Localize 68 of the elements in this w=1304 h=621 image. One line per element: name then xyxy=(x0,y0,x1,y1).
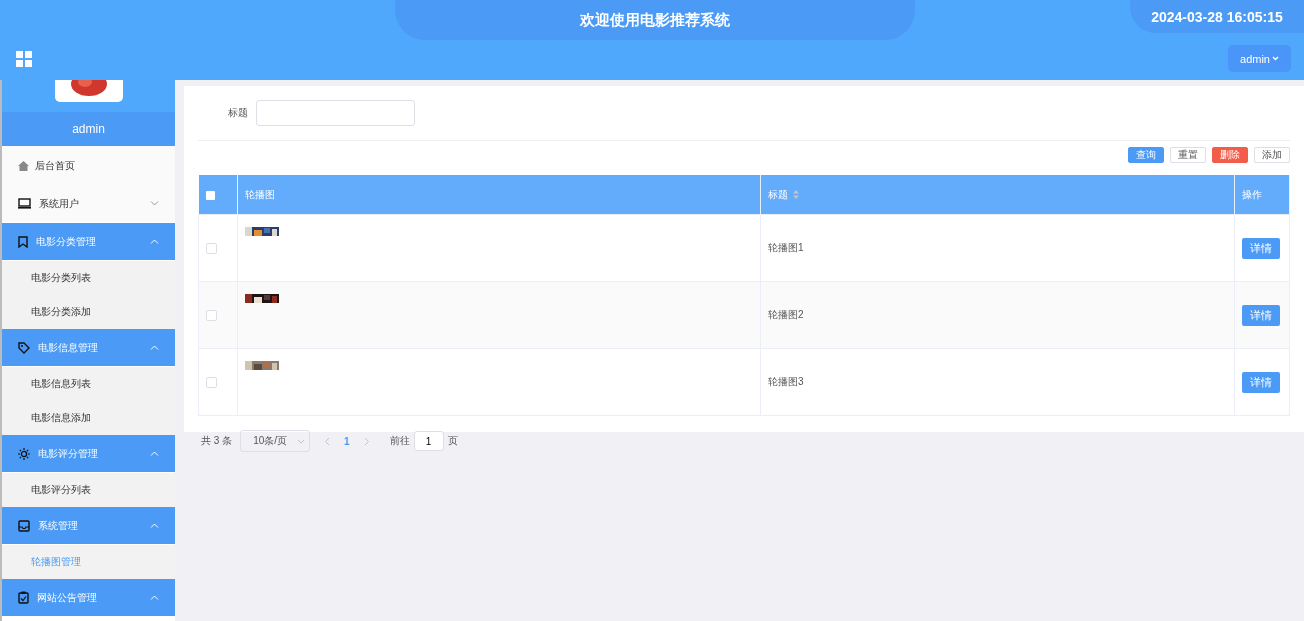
menu-label: 系统用户 xyxy=(39,196,80,211)
tag-icon xyxy=(18,341,30,354)
submenu-item[interactable]: 电影分类列表 xyxy=(2,261,175,295)
menu-label: 电影分类管理 xyxy=(36,234,97,249)
row-checkbox[interactable] xyxy=(206,309,217,321)
system-title: 欢迎使用电影推荐系统 xyxy=(395,0,915,40)
menu-group[interactable]: 系统管理 xyxy=(2,507,175,545)
table-cell: 轮播图1 xyxy=(768,242,804,253)
submenu-item[interactable]: 电影信息列表 xyxy=(2,367,175,401)
chevron-icon xyxy=(150,523,159,528)
chevron-icon xyxy=(150,239,159,244)
laptop-icon xyxy=(18,198,31,209)
details-button[interactable]: 详情 xyxy=(1242,371,1280,393)
select-all-checkbox[interactable] xyxy=(205,190,215,200)
column-header: 操作 xyxy=(1242,187,1262,202)
row-checkbox[interactable] xyxy=(206,376,217,388)
action-button[interactable]: 删除 xyxy=(1212,147,1248,163)
chevron-icon xyxy=(150,451,159,456)
menu-group[interactable]: 网站公告管理 xyxy=(2,579,175,617)
chevron-icon xyxy=(150,201,159,206)
submenu-item[interactable]: 电影分类添加 xyxy=(2,295,175,329)
grid-menu-icon[interactable] xyxy=(16,50,32,67)
next-page-icon[interactable] xyxy=(363,436,370,446)
goto-label: 前往 xyxy=(389,434,410,448)
table-cell: 轮播图2 xyxy=(768,309,804,320)
username: admin xyxy=(2,112,175,146)
menu-item[interactable]: 后台首页 xyxy=(2,146,175,185)
chevron-icon xyxy=(150,345,159,350)
menu-group[interactable]: 电影信息管理 xyxy=(2,329,175,367)
title-search-field[interactable] xyxy=(256,100,415,126)
page-suffix: 页 xyxy=(447,434,458,448)
bookmark-icon xyxy=(18,235,28,248)
menu-group[interactable]: 电影评分管理 xyxy=(2,435,175,473)
menu-label: 系统管理 xyxy=(38,518,79,533)
action-button[interactable]: 重置 xyxy=(1170,147,1206,163)
user-dropdown[interactable]: admin xyxy=(1228,45,1291,72)
chevron-icon xyxy=(297,438,306,444)
date-time: 2024-03-28 16:05:15 xyxy=(1130,0,1304,33)
column-header: 轮播图 xyxy=(245,187,275,202)
details-button[interactable]: 详情 xyxy=(1242,304,1280,326)
row-checkbox[interactable] xyxy=(206,242,217,254)
sort-icon[interactable] xyxy=(793,190,799,199)
submenu-item[interactable]: 轮播图管理 xyxy=(2,545,175,579)
menu-label: 电影信息管理 xyxy=(38,340,99,355)
chevron-icon xyxy=(150,595,159,600)
previous-page-icon[interactable] xyxy=(324,436,331,446)
total-count: 共 3 条 xyxy=(201,434,233,448)
action-button[interactable]: 查询 xyxy=(1128,147,1164,163)
menu-label: 电影评分管理 xyxy=(38,446,99,461)
page-number-field[interactable]: 1 xyxy=(413,431,444,451)
clipboard-icon xyxy=(18,591,29,604)
action-button[interactable]: 添加 xyxy=(1254,147,1290,163)
inbox-icon xyxy=(18,519,30,532)
table-cell: 轮播图3 xyxy=(768,376,804,387)
page-number[interactable]: 1 xyxy=(344,435,350,447)
menu-label: 网站公告管理 xyxy=(37,590,98,605)
menu-group[interactable]: 系统用户 xyxy=(2,185,175,223)
column-header: 标题 xyxy=(768,187,788,202)
field-label: 标题 xyxy=(228,106,248,120)
details-button[interactable]: 详情 xyxy=(1242,237,1280,259)
caret-icon xyxy=(1272,56,1279,61)
menu-group[interactable]: 电影分类管理 xyxy=(2,223,175,261)
menu-label: 后台首页 xyxy=(35,158,75,173)
submenu-item[interactable]: 电影评分列表 xyxy=(2,473,175,507)
submenu-item[interactable]: 电影信息添加 xyxy=(2,401,175,435)
sun-icon xyxy=(18,447,30,460)
home-icon xyxy=(18,160,29,171)
page-size-select[interactable]: 10条/页 xyxy=(240,430,311,452)
